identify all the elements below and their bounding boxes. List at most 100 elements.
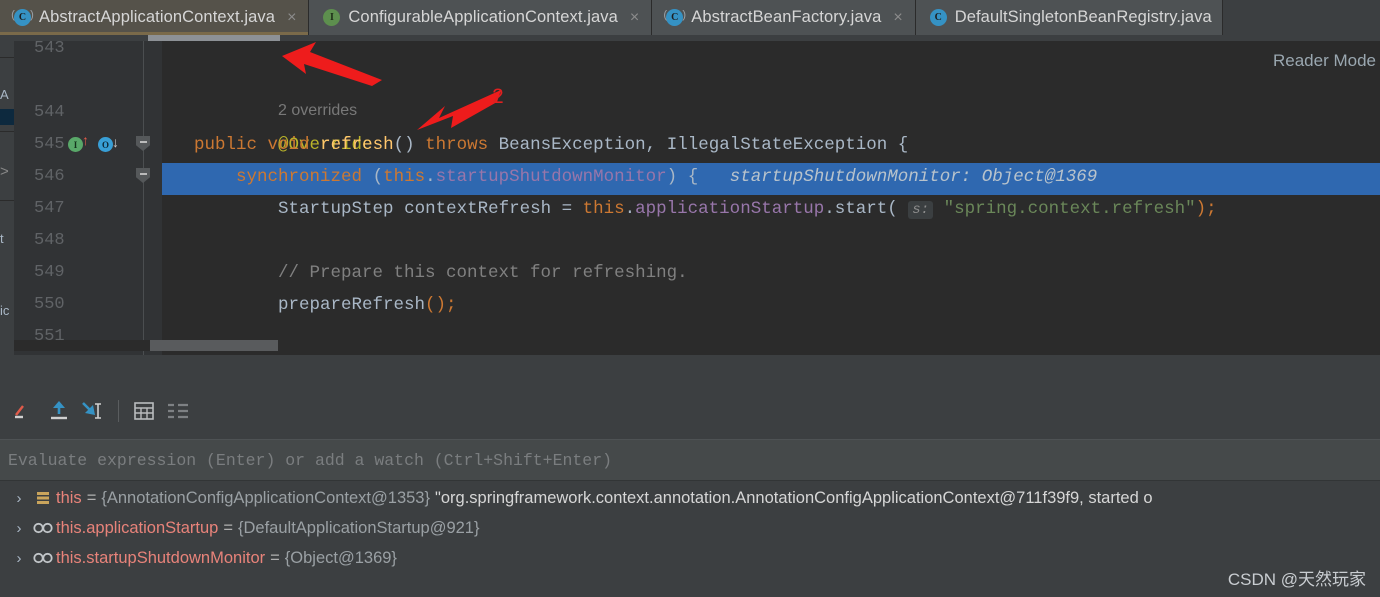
variable-value: {Object@1369} xyxy=(284,548,397,567)
kw-void: void xyxy=(267,135,310,155)
expand-chevron-icon[interactable]: › xyxy=(8,490,30,507)
code-folding-rail[interactable] xyxy=(136,35,162,355)
variable-row-this[interactable]: › this = {AnnotationConfigApplicationCon… xyxy=(0,483,1380,513)
csdn-watermark: CSDN @天然玩家 xyxy=(1227,570,1366,589)
table-view-icon[interactable] xyxy=(127,394,161,428)
field-startup-shutdown-monitor: startupShutdownMonitor xyxy=(435,167,667,187)
type-startup-step: StartupStep xyxy=(278,199,394,219)
list-view-icon[interactable] xyxy=(161,394,195,428)
comma: , xyxy=(645,135,657,155)
editor-gutter[interactable]: 543 544 545 546 547 548 549 550 551 I ↑ … xyxy=(14,35,140,355)
tab-default-singleton-bean-registry[interactable]: C DefaultSingletonBeanRegistry.java xyxy=(915,0,1223,35)
method-start: start xyxy=(834,199,888,219)
dot: . xyxy=(624,199,636,219)
equals-sign: = xyxy=(86,488,97,507)
tab-label: AbstractApplicationContext.java xyxy=(39,8,276,26)
method-parens: () xyxy=(393,135,415,155)
variable-row-startup-shutdown-monitor[interactable]: › this.startupShutdownMonitor = {Object@… xyxy=(0,543,1380,573)
close-paren: ) xyxy=(666,167,678,187)
line-number: 545 xyxy=(34,135,65,154)
method-name-refresh: refresh xyxy=(320,135,394,155)
variable-name: this xyxy=(56,488,82,507)
run-to-cursor-icon[interactable] xyxy=(76,394,110,428)
watch-variable-icon xyxy=(30,522,56,534)
var-context-refresh: contextRefresh xyxy=(404,199,552,219)
code-text-area[interactable]: 2 overrides @Override public void refres… xyxy=(162,35,1380,355)
sliver-row: > xyxy=(0,163,9,180)
kw-synchronized: synchronized xyxy=(236,167,363,187)
annotation-number-2: 2 xyxy=(492,85,504,108)
kw-throws: throws xyxy=(425,135,489,155)
frame-variable-icon xyxy=(30,491,56,505)
abstract-class-icon: ( C ) xyxy=(662,9,687,26)
tab-close-icon[interactable]: × xyxy=(628,9,641,26)
code-line-546: synchronized (this.startupShutdownMonito… xyxy=(194,161,1380,193)
type-illegal-state-exception: IllegalStateException xyxy=(666,135,888,155)
line-number: 548 xyxy=(34,231,65,250)
tab-label: ConfigurableApplicationContext.java xyxy=(348,8,618,26)
editor-hscrollbar-bottom-thumb[interactable] xyxy=(150,340,278,351)
left-tool-window-sliver: A > t ic xyxy=(0,35,14,355)
line-number: 549 xyxy=(34,263,65,282)
line-comment: // Prepare this context for refreshing. xyxy=(278,263,688,283)
editor-hscrollbar-top-thumb[interactable] xyxy=(148,35,280,41)
tab-label: AbstractBeanFactory.java xyxy=(691,8,882,26)
parameter-name-hint[interactable]: s: xyxy=(908,201,934,219)
overrides-marker-icon[interactable]: O xyxy=(98,137,113,152)
method-prepare-refresh: prepareRefresh xyxy=(278,295,426,315)
expand-chevron-icon[interactable]: › xyxy=(8,550,30,567)
close-paren-semicolon: ); xyxy=(1195,199,1217,219)
code-line-547: StartupStep contextRefresh = this.applic… xyxy=(194,193,1380,225)
tab-abstract-application-context[interactable]: ( C ) AbstractApplicationContext.java × xyxy=(0,0,310,35)
dot: . xyxy=(824,199,835,219)
overrides-inline-hint[interactable]: 2 overrides xyxy=(194,63,1380,119)
variable-row-application-startup[interactable]: › this.applicationStartup = {DefaultAppl… xyxy=(0,513,1380,543)
line-number: 547 xyxy=(34,199,65,218)
tab-close-icon[interactable]: × xyxy=(285,9,298,26)
code-line-550: prepareRefresh(); xyxy=(194,289,1380,321)
variable-name: this.startupShutdownMonitor xyxy=(56,548,266,567)
kw-this: this xyxy=(383,167,426,187)
overrides-arrow-icon: ↓ xyxy=(112,134,119,150)
ide-window: ( C ) AbstractApplicationContext.java × … xyxy=(0,0,1380,597)
call-parens-semicolon: (); xyxy=(425,295,457,315)
implements-arrow-icon: ↑ xyxy=(82,132,89,148)
line-number: 546 xyxy=(34,167,65,186)
abstract-class-icon: ( C ) xyxy=(10,9,35,26)
debugger-toolbar xyxy=(0,390,1380,432)
equals-sign: = xyxy=(270,548,280,567)
debugger-inline-value-hint[interactable]: startupShutdownMonitor: Object@1369 xyxy=(730,167,1098,187)
code-line-545: public void refresh() throws BeansExcept… xyxy=(194,129,1380,161)
variables-list[interactable]: › this = {AnnotationConfigApplicationCon… xyxy=(0,483,1380,597)
tab-configurable-application-context[interactable]: I ConfigurableApplicationContext.java × xyxy=(309,0,653,35)
debugger-panel: Evaluate expression (Enter) or add a wat… xyxy=(0,355,1380,597)
code-line-549: // Prepare this context for refreshing. xyxy=(194,257,1380,289)
step-out-icon[interactable] xyxy=(42,394,76,428)
step-over-icon[interactable] xyxy=(8,394,42,428)
code-editor[interactable]: A > t ic 543 544 545 546 547 548 549 550… xyxy=(0,35,1380,355)
code-line-544: @Override xyxy=(194,97,1380,155)
tab-label: DefaultSingletonBeanRegistry.java xyxy=(954,8,1212,26)
kw-public: public xyxy=(194,135,258,155)
assign-operator: = xyxy=(561,199,573,219)
string-literal: "spring.context.refresh" xyxy=(943,199,1196,219)
kw-this: this xyxy=(582,199,625,219)
sliver-row: A xyxy=(0,87,9,102)
tab-close-icon[interactable]: × xyxy=(891,9,904,26)
line-number: 544 xyxy=(34,103,65,122)
implements-marker-icon[interactable]: I xyxy=(68,137,83,152)
type-beans-exception: BeansException xyxy=(498,135,646,155)
open-paren: ( xyxy=(887,199,898,219)
variable-to-string: "org.springframework.context.annotation.… xyxy=(434,488,1153,507)
open-brace: { xyxy=(897,135,909,155)
evaluate-expression-bar[interactable]: Evaluate expression (Enter) or add a wat… xyxy=(0,439,1380,481)
sliver-row: ic xyxy=(0,303,10,318)
evaluate-expression-placeholder: Evaluate expression (Enter) or add a wat… xyxy=(8,450,612,470)
dot: . xyxy=(425,167,436,187)
variable-value: {DefaultApplicationStartup@921} xyxy=(238,518,480,537)
reader-mode-label[interactable]: Reader Mode xyxy=(1273,51,1376,71)
toolbar-separator xyxy=(118,400,119,422)
variable-name: this.applicationStartup xyxy=(56,518,219,537)
expand-chevron-icon[interactable]: › xyxy=(8,520,30,537)
tab-abstract-bean-factory[interactable]: ( C ) AbstractBeanFactory.java × xyxy=(652,0,916,35)
